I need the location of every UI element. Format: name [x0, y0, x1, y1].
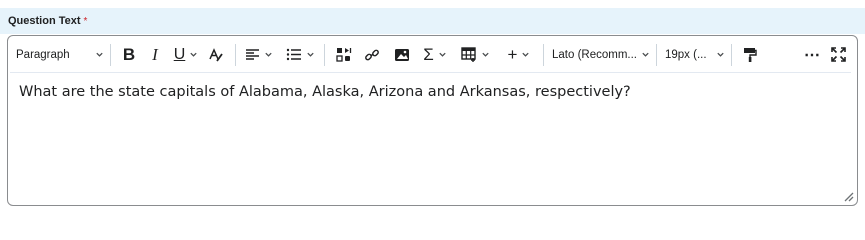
toolbar-divider: [235, 43, 236, 66]
insert-more-button[interactable]: +: [501, 43, 537, 67]
italic-button[interactable]: I: [141, 43, 169, 67]
toolbar-bottom-border: [10, 72, 851, 73]
chevron-down-icon: [190, 52, 197, 57]
more-icon: ⋯: [804, 46, 820, 64]
bold-button[interactable]: B: [117, 43, 141, 67]
align-left-icon: [246, 49, 259, 60]
rich-text-editor[interactable]: Paragraph B I U Σ + Lato (Recomm... 19px…: [7, 35, 858, 206]
italic-icon: I: [152, 44, 158, 64]
chevron-down-icon: [642, 52, 649, 57]
paint-roller-icon: [744, 47, 757, 62]
chevron-down-icon: [306, 52, 314, 57]
chevron-down-icon: [265, 52, 272, 57]
text-color-icon: [209, 47, 223, 62]
sigma-icon: Σ: [423, 44, 434, 64]
insert-link-button[interactable]: [357, 43, 387, 67]
toolbar-divider: [543, 43, 544, 66]
bulleted-list-icon: [286, 48, 301, 61]
list-button[interactable]: [282, 43, 318, 67]
question-text-label: Question Text: [8, 15, 81, 27]
chevron-down-icon: [481, 52, 489, 57]
chevron-down-icon: [439, 52, 446, 57]
fullscreen-button[interactable]: [825, 43, 851, 67]
font-family-value: Lato (Recomm...: [552, 48, 637, 61]
resize-handle-icon[interactable]: [842, 190, 854, 202]
text-style-button[interactable]: [203, 43, 229, 67]
toolbar-divider: [110, 43, 111, 66]
more-actions-button[interactable]: ⋯: [799, 43, 825, 67]
toolbar-divider: [731, 43, 732, 66]
table-button[interactable]: [457, 43, 493, 67]
chevron-down-icon: [96, 52, 103, 57]
bold-icon: B: [122, 44, 136, 64]
alignment-button[interactable]: [242, 43, 276, 67]
underline-button[interactable]: U: [169, 43, 203, 67]
image-icon: [395, 48, 409, 61]
toolbar-divider: [656, 43, 657, 66]
insert-stuff-icon: [336, 47, 352, 62]
chevron-down-icon: [717, 52, 724, 57]
insert-stuff-button[interactable]: [331, 43, 357, 67]
table-icon: [460, 46, 476, 62]
font-family-select[interactable]: Lato (Recomm...: [550, 43, 650, 67]
fullscreen-icon: [830, 47, 846, 62]
link-icon: [365, 49, 379, 60]
block-format-value: Paragraph: [16, 48, 70, 61]
underline-icon: U: [173, 45, 186, 63]
plus-icon: +: [507, 44, 518, 64]
font-size-value: 19px (...: [665, 48, 707, 61]
font-size-select[interactable]: 19px (...: [663, 43, 725, 67]
format-painter-button[interactable]: [738, 43, 762, 67]
equation-button[interactable]: Σ: [417, 43, 453, 67]
editor-content[interactable]: What are the state capitals of Alabama, …: [19, 84, 846, 100]
question-text-label-bar: Question Text *: [0, 8, 865, 34]
block-format-select[interactable]: Paragraph: [16, 43, 104, 67]
insert-image-button[interactable]: [387, 43, 417, 67]
editor-toolbar: Paragraph B I U Σ + Lato (Recomm... 19px…: [8, 36, 857, 73]
toolbar-divider: [324, 43, 325, 66]
required-marker: *: [83, 15, 88, 27]
chevron-down-icon: [522, 52, 530, 57]
